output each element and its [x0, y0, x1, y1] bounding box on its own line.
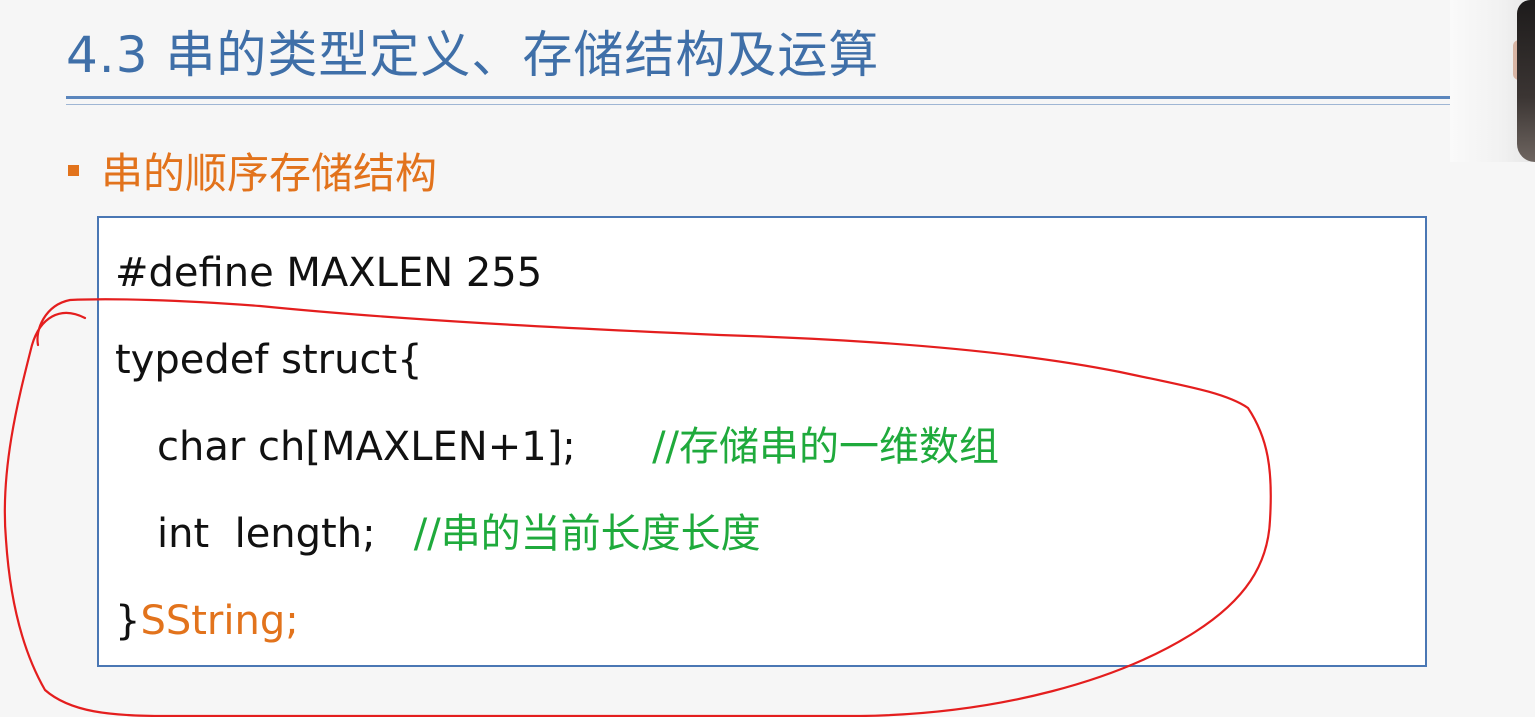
code-line-char-array: char ch[MAXLEN+1]; //存储串的一维数组 — [157, 412, 999, 482]
slide-title: 4.3 串的类型定义、存储结构及运算 — [66, 26, 880, 84]
code-block: #define MAXLEN 255 typedef struct{ char … — [97, 216, 1427, 667]
bullet-item: 串的顺序存储结构 — [68, 140, 437, 200]
slide: 4.3 串的类型定义、存储结构及运算 串的顺序存储结构 #define MAXL… — [0, 0, 1535, 717]
typedef-text: typedef struct{ — [115, 337, 423, 383]
webcam-hair — [1517, 0, 1535, 162]
length-comment: //串的当前长度长度 — [413, 511, 761, 557]
char-array-code: char ch[MAXLEN+1]; — [157, 424, 576, 470]
webcam-overlay — [1450, 0, 1535, 162]
closing-brace: } — [115, 598, 141, 644]
title-underline-thin — [66, 104, 1450, 105]
code-line-length: int length; //串的当前长度长度 — [157, 499, 761, 569]
code-line-sstring: }SString; — [115, 586, 299, 656]
sstring-type-name: SString; — [140, 598, 299, 644]
char-array-comment: //存储串的一维数组 — [652, 424, 1000, 470]
code-line-typedef: typedef struct{ — [115, 325, 423, 395]
length-code: int length; — [157, 511, 376, 557]
title-underline — [66, 96, 1450, 99]
bullet-text: 串的顺序存储结构 — [101, 148, 438, 198]
code-line-define: #define MAXLEN 255 — [115, 238, 542, 308]
bullet-square-icon — [68, 164, 79, 176]
define-text: #define MAXLEN 255 — [115, 250, 543, 296]
